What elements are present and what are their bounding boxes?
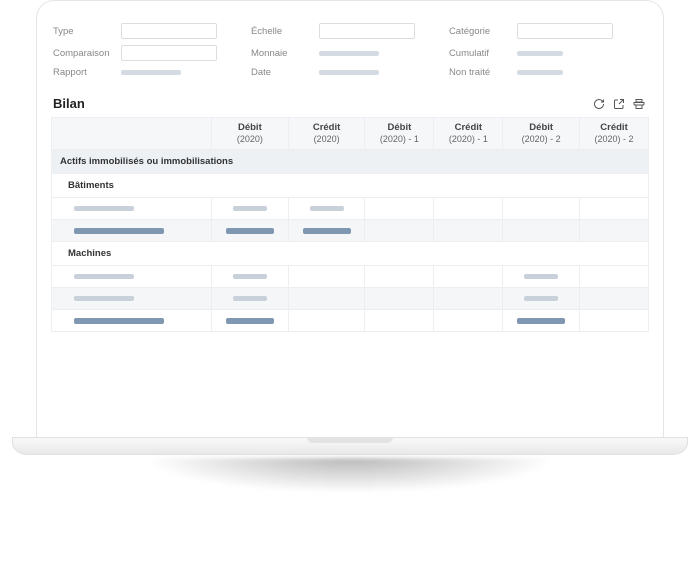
filter-input-echelle[interactable] — [319, 23, 415, 39]
cell-value-placeholder — [226, 228, 274, 234]
table-row — [52, 198, 649, 220]
filter-label-nontraite: Non traité — [449, 67, 517, 78]
row-label-placeholder — [74, 318, 164, 324]
filter-label-rapport: Rapport — [53, 67, 121, 78]
filter-label-echelle: Échelle — [251, 26, 319, 37]
balance-table: Débit(2020) Crédit(2020) Débit(2020) - 1… — [51, 117, 649, 332]
col-label — [52, 118, 212, 150]
table-row — [52, 220, 649, 242]
table-row — [52, 288, 649, 310]
app-screen: Type Échelle Catégorie Comparaison — [51, 19, 649, 438]
export-icon[interactable] — [613, 98, 625, 110]
filter-value-cumulatif — [517, 51, 563, 56]
print-icon[interactable] — [633, 98, 645, 110]
col-debit-2020-2: Débit(2020) - 2 — [503, 118, 580, 150]
row-label-placeholder — [74, 206, 134, 211]
filter-value-date — [319, 70, 379, 75]
col-credit-2020-2: Crédit(2020) - 2 — [580, 118, 649, 150]
filter-label-comparaison: Comparaison — [53, 48, 121, 59]
filter-label-type: Type — [53, 26, 121, 37]
cell-value-placeholder — [233, 296, 267, 301]
refresh-icon[interactable] — [593, 98, 605, 110]
laptop-notch — [307, 437, 393, 443]
section-row-actifs: Actifs immobilisés ou immobilisations — [52, 150, 649, 174]
cell-value-placeholder — [226, 318, 274, 324]
laptop-frame: Type Échelle Catégorie Comparaison — [36, 0, 664, 438]
cell-value-placeholder — [303, 228, 351, 234]
row-label-placeholder — [74, 296, 134, 301]
col-credit-2020: Crédit(2020) — [288, 118, 365, 150]
filter-panel: Type Échelle Catégorie Comparaison — [51, 19, 649, 94]
cell-value-placeholder — [233, 274, 267, 279]
action-bar — [593, 98, 645, 110]
filter-value-rapport — [121, 70, 181, 75]
table-row — [52, 310, 649, 332]
filter-value-nontraite — [517, 70, 563, 75]
filter-label-monnaie: Monnaie — [251, 48, 319, 59]
filter-label-cumulatif: Cumulatif — [449, 48, 517, 59]
filter-value-monnaie — [319, 51, 379, 56]
table-header-row: Débit(2020) Crédit(2020) Débit(2020) - 1… — [52, 118, 649, 150]
filter-input-categorie[interactable] — [517, 23, 613, 39]
laptop-shadow — [60, 458, 640, 548]
group-row-machines[interactable]: Machines — [52, 242, 649, 266]
col-debit-2020-1: Débit(2020) - 1 — [365, 118, 434, 150]
cell-value-placeholder — [310, 206, 344, 211]
col-debit-2020: Débit(2020) — [212, 118, 289, 150]
cell-value-placeholder — [524, 296, 558, 301]
filter-input-comparaison[interactable] — [121, 45, 217, 61]
page-title: Bilan — [53, 96, 593, 111]
cell-value-placeholder — [233, 206, 267, 211]
filter-input-type[interactable] — [121, 23, 217, 39]
col-credit-2020-1: Crédit(2020) - 1 — [434, 118, 503, 150]
group-row-batiments[interactable]: Bâtiments — [52, 174, 649, 198]
filter-label-date: Date — [251, 67, 319, 78]
table-row — [52, 266, 649, 288]
row-label-placeholder — [74, 228, 164, 234]
filter-label-categorie: Catégorie — [449, 26, 517, 37]
row-label-placeholder — [74, 274, 134, 279]
cell-value-placeholder — [517, 318, 565, 324]
cell-value-placeholder — [524, 274, 558, 279]
